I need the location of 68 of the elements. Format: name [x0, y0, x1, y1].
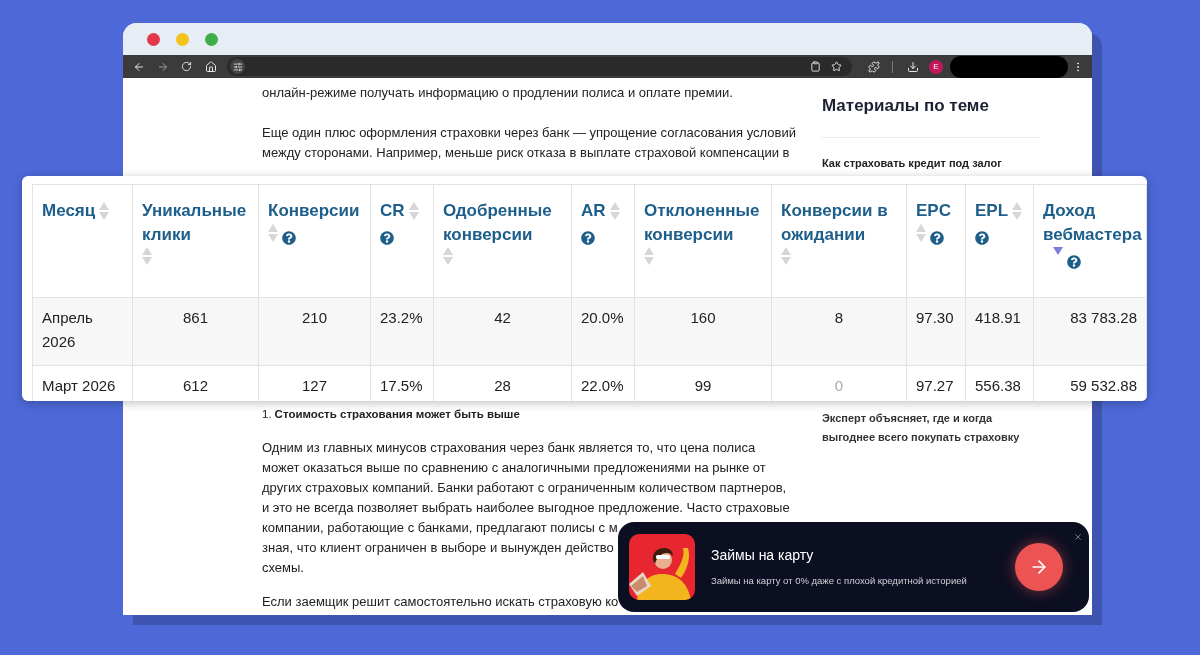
article-text: Одним из главных минусов страхования через банк является то, что цена полиса — [262, 439, 756, 457]
list-heading: Стоимость страхования может быть выше — [274, 407, 520, 422]
table-cell: 556.38 — [975, 377, 1021, 394]
close-icon[interactable] — [1073, 532, 1083, 542]
ad-banner[interactable]: Займы на карту Займы на карту от 0% даже с плохой кредитной историей — [618, 522, 1089, 612]
help-icon[interactable] — [380, 231, 394, 245]
help-icon[interactable] — [282, 231, 296, 245]
sidebar-text: Эксперт объясняет, где и когда выгоднее всего покупать страховку — [822, 411, 1021, 445]
profile-avatar[interactable]: E — [929, 59, 943, 74]
extensions-icon[interactable] — [868, 60, 880, 73]
table-cell: 97.30 — [916, 309, 954, 326]
home-icon[interactable] — [205, 60, 217, 73]
table-cell: 42 — [494, 309, 511, 326]
article-text: других страховых компаний. Банки работают с ограниченным количеством партнеров, — [262, 479, 787, 497]
article-text: зная, что клиент ограничен в выборе и вынужден действо — [262, 539, 614, 557]
table-cell: 17.5% — [380, 377, 423, 394]
column-header[interactable]: CR — [380, 199, 405, 223]
article-text: Если заемщик решит самостоятельно искать страховую ко — [262, 593, 619, 611]
help-icon[interactable] — [930, 231, 944, 245]
column-header[interactable]: EPL — [975, 199, 1009, 223]
ad-subtitle: Займы на карту от 0% даже с плохой кредитной историей — [711, 574, 968, 589]
article-text: и это не всегда позволяет выбрать наиболее выгодное предложение. Часто страховые — [262, 499, 790, 517]
reload-icon[interactable] — [181, 61, 192, 72]
table-cell: 160 — [690, 309, 716, 326]
article-text: может оказаться выше по сравнению с аналогичными предложениями на рынке от — [262, 459, 766, 477]
table-cell: 418.91 — [975, 309, 1021, 326]
ad-title: Займы на карту — [711, 546, 815, 566]
close-window-icon[interactable] — [147, 32, 160, 46]
article-text: компании, работающие с банками, предлагают полисы с м — [262, 519, 618, 537]
table-cell: 97.27 — [916, 377, 954, 394]
table-cell: 210 — [302, 309, 327, 326]
sidebar-link[interactable]: Как страховать кредит под залог — [822, 154, 1040, 171]
table-cell: Апрель 2026 — [42, 309, 93, 350]
help-icon[interactable] — [1067, 255, 1081, 269]
column-header[interactable]: AR — [581, 199, 606, 223]
table-cell: 59 532.88 — [1070, 377, 1137, 394]
site-settings-icon[interactable] — [232, 61, 243, 72]
sidebar-heading: Материалы по теме — [822, 95, 990, 117]
table-cell: 8 — [834, 309, 844, 326]
article-text: онлайн-режиме получать информацию о продлении полиса и оплате премии. — [262, 84, 733, 102]
table-cell: 0 — [834, 377, 844, 394]
column-header[interactable]: Месяц — [42, 199, 96, 223]
clipboard-icon[interactable] — [810, 61, 821, 72]
ad-go-button[interactable] — [1015, 543, 1063, 591]
back-icon[interactable] — [133, 60, 145, 73]
sort-descending-icon[interactable] — [1053, 247, 1063, 255]
help-icon[interactable] — [975, 231, 989, 245]
article-text: Еще один плюс оформления страховки через банк — упрощение согласования условий — [262, 124, 796, 142]
table-cell: 28 — [494, 377, 511, 394]
download-icon[interactable] — [907, 60, 919, 73]
table-cell: 23.2% — [380, 309, 423, 326]
maximize-window-icon[interactable] — [205, 32, 218, 46]
column-header[interactable]: Конверсии — [268, 199, 360, 223]
table-cell: 83 783.28 — [1070, 309, 1137, 326]
column-header[interactable]: EPC — [916, 199, 951, 223]
table-cell: 99 — [694, 377, 712, 394]
forward-icon[interactable] — [157, 60, 169, 73]
article-text: схемы. — [262, 559, 304, 577]
table-cell: Март 2026 — [42, 377, 116, 394]
bookmark-star-icon[interactable] — [831, 61, 842, 72]
table-cell: 127 — [302, 377, 327, 394]
list-number: 1. — [262, 407, 272, 422]
table-cell: 20.0% — [581, 309, 624, 326]
table-cell: 22.0% — [581, 377, 624, 394]
table-cell: 612 — [183, 377, 208, 394]
article-text: между сторонами. Например, меньше риск отказа в выплате страховой компенсации в — [262, 144, 790, 162]
table-cell: 861 — [183, 309, 208, 326]
help-icon[interactable] — [581, 231, 595, 245]
